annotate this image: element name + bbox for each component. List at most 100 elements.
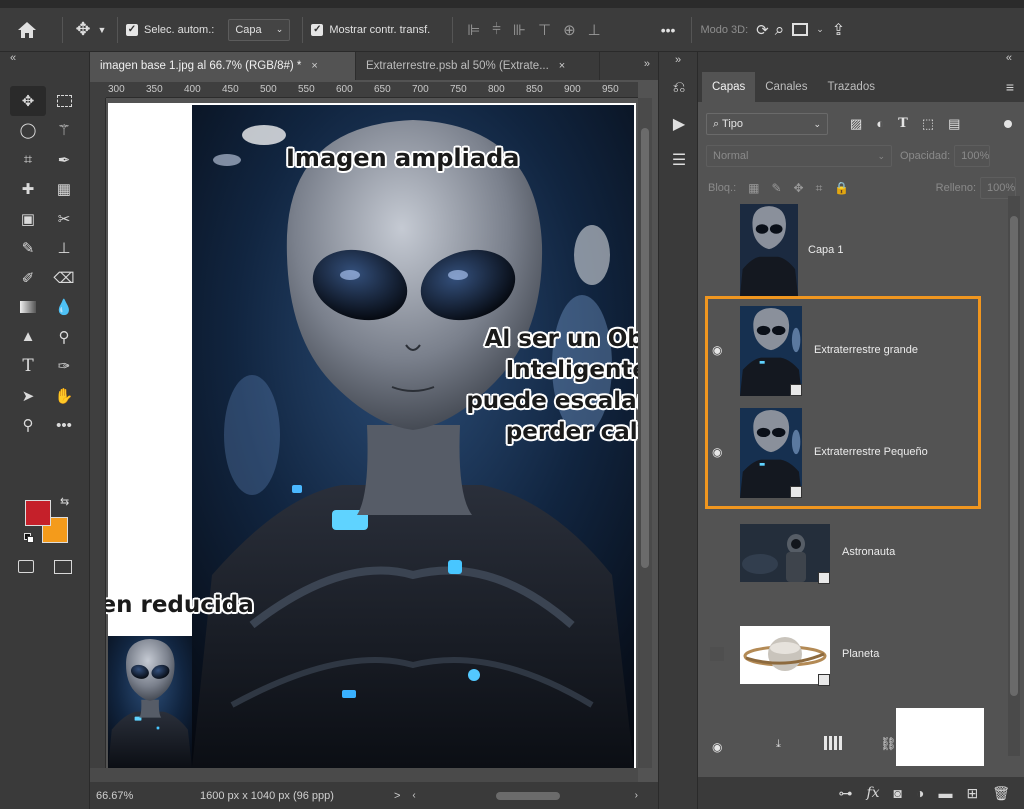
visibility-toggle-off[interactable] [710,647,724,661]
eye-icon[interactable]: ◉ [712,343,726,357]
screen-mode-icon[interactable] [54,560,72,574]
move-tool-icon[interactable]: ✥ [71,15,95,45]
blend-mode-dropdown[interactable]: Normal ⌄ [706,145,892,167]
healing-brush-icon[interactable]: ✚ [10,175,46,205]
close-icon[interactable]: × [559,60,565,72]
actions-play-icon[interactable]: ▶ [659,106,699,142]
lock-position-icon[interactable]: ✥ [794,181,804,196]
shape-filter-icon[interactable]: ⬚ [922,116,934,132]
smart-object-filter-icon[interactable]: ▤ [948,116,960,132]
pixel-filter-icon[interactable]: ▨ [850,116,862,132]
layer-row-astronauta[interactable]: Astronauta [698,502,1008,602]
share-icon[interactable]: ⇪ [832,20,845,40]
swap-colors-icon[interactable]: ⇆ [60,495,69,508]
tab-extraterrestre[interactable]: Extraterrestre.psb al 50% (Extrate... × [356,52,600,80]
layers-scrollbar[interactable] [1008,196,1020,756]
align-right-icon[interactable]: ⊪ [513,21,526,39]
panel-menu-icon[interactable]: ≡ [1006,72,1014,102]
dodge-tool-icon[interactable]: ⚲ [46,322,82,352]
align-center-icon[interactable]: ⫩ [492,21,501,39]
layer-row-planeta[interactable]: Planeta [698,604,1008,704]
layer-row-extraterrestre-grande[interactable]: ◉ Extraterrestre grande [698,300,1008,400]
align-left-icon[interactable]: ⊫ [467,21,480,39]
canvas[interactable]: Imagen ampliada Imagen reducida Al ser u… [106,98,638,768]
collapse-tools-icon[interactable]: « [10,52,16,64]
magic-wand-icon[interactable]: ⚚ [46,116,82,146]
adjustment-filter-icon[interactable]: ◐ [876,116,884,132]
tab-trazados[interactable]: Trazados [817,72,885,102]
eyedropper-icon[interactable]: ✒ [46,145,82,175]
crop-tool-icon[interactable]: ⌗ [10,145,46,175]
home-icon[interactable] [0,8,54,52]
eye-icon[interactable]: ◉ [712,740,726,754]
adjustment-layer-icon[interactable]: ◑ [916,785,924,801]
new-layer-icon[interactable]: ⊞ [966,785,978,802]
expand-panel-icon[interactable]: » [659,52,697,70]
lock-pixels-icon[interactable]: ▦ [748,181,759,196]
tab-capas[interactable]: Capas [702,72,756,102]
layer-row-extraterrestre-pequeno[interactable]: ◉ Extraterrestre Pequeño [698,402,1008,502]
scroll-left-icon[interactable]: ‹ [412,790,415,801]
layer-row-capa-1[interactable]: Capa 1 [698,200,1008,300]
collapse-panel-icon[interactable]: « [1006,52,1012,64]
scroll-thumb[interactable] [641,128,649,568]
link-layers-icon[interactable]: ⊶ [838,785,852,802]
align-top-icon[interactable]: ⊤ [538,21,551,39]
clone-stamp-icon[interactable]: ⊥ [46,234,82,264]
fx-icon[interactable]: fx [866,785,879,801]
layer-filter-dropdown[interactable]: ⌕ Tipo ⌄ [706,113,828,135]
chevron-down-icon[interactable]: ⌄ [816,24,824,35]
auto-select-checkbox[interactable]: ✓ [126,23,138,36]
properties-panel-icon[interactable]: ☰ [659,142,699,178]
lock-paint-icon[interactable]: ✎ [771,181,781,196]
zoom-level[interactable]: 66.67% [96,790,176,802]
lock-artboard-icon[interactable]: ⌗ [816,181,823,196]
canvas-horizontal-scrollbar[interactable] [90,768,638,782]
3d-orbit-icon[interactable]: ⟳ [756,21,769,39]
chevron-down-icon[interactable]: ▼ [95,25,109,35]
delete-layer-icon[interactable]: 🗑 [992,785,1010,802]
new-group-icon[interactable]: ▬ [938,785,952,801]
scroll-thumb[interactable] [1010,216,1018,696]
tab-imagen-base[interactable]: imagen base 1.jpg al 66.7% (RGB/8#) * × [90,52,356,80]
workspace-icon[interactable] [792,23,809,36]
move-tool-icon[interactable]: ✥ [10,86,46,116]
auto-select-dropdown[interactable]: Capa ⌄ [228,18,291,41]
filter-toggle[interactable] [1004,120,1012,128]
content-aware-move-icon[interactable]: ✂ [46,204,82,234]
align-middle-icon[interactable]: ⊕ [563,21,576,39]
more-options-button[interactable]: ••• [661,22,676,38]
type-tool-icon[interactable]: T [10,352,46,382]
type-filter-icon[interactable]: T [898,116,908,132]
align-bottom-icon[interactable]: ⊥ [588,21,601,39]
opacity-field[interactable]: 100% [954,145,991,167]
quick-mask-icon[interactable] [18,560,34,573]
frame-tool-icon[interactable]: ▣ [10,204,46,234]
layer-row-fondo[interactable]: ◉ ⤓ ⛓ [698,706,1008,786]
path-select-icon[interactable]: ➤ [10,381,46,411]
history-brush-icon[interactable]: ✐ [10,263,46,293]
search-icon[interactable]: ⌕ [775,20,785,40]
blur-tool-icon[interactable]: 💧 [46,293,82,323]
more-tools-icon[interactable]: ••• [46,411,82,441]
gradient-tool-icon[interactable] [10,293,46,323]
default-colors-icon[interactable] [24,533,34,543]
marquee-tool-icon[interactable] [46,86,82,116]
scroll-right-icon[interactable]: › [635,790,638,801]
add-mask-icon[interactable]: ◙ [894,785,902,801]
patch-tool-icon[interactable]: ▦ [46,175,82,205]
hscroll-thumb[interactable] [495,791,560,800]
tab-canales[interactable]: Canales [755,72,817,102]
hand-tool-icon[interactable]: ✋ [46,381,82,411]
pen-tool-icon[interactable]: ✑ [46,352,82,382]
zoom-tool-icon[interactable]: ⚲ [10,411,46,441]
canvas-vertical-scrollbar[interactable] [638,98,652,768]
lasso-tool-icon[interactable]: ◯ [10,116,46,146]
status-menu-arrow[interactable]: > [394,790,400,802]
eraser-icon[interactable]: ⌫ [46,263,82,293]
lock-all-icon[interactable]: 🔒 [834,181,849,196]
close-icon[interactable]: × [311,60,317,72]
history-panel-icon[interactable]: ⎌ [659,70,699,106]
sharpen-tool-icon[interactable]: ▲ [10,322,46,352]
foreground-color-swatch[interactable] [25,500,51,526]
